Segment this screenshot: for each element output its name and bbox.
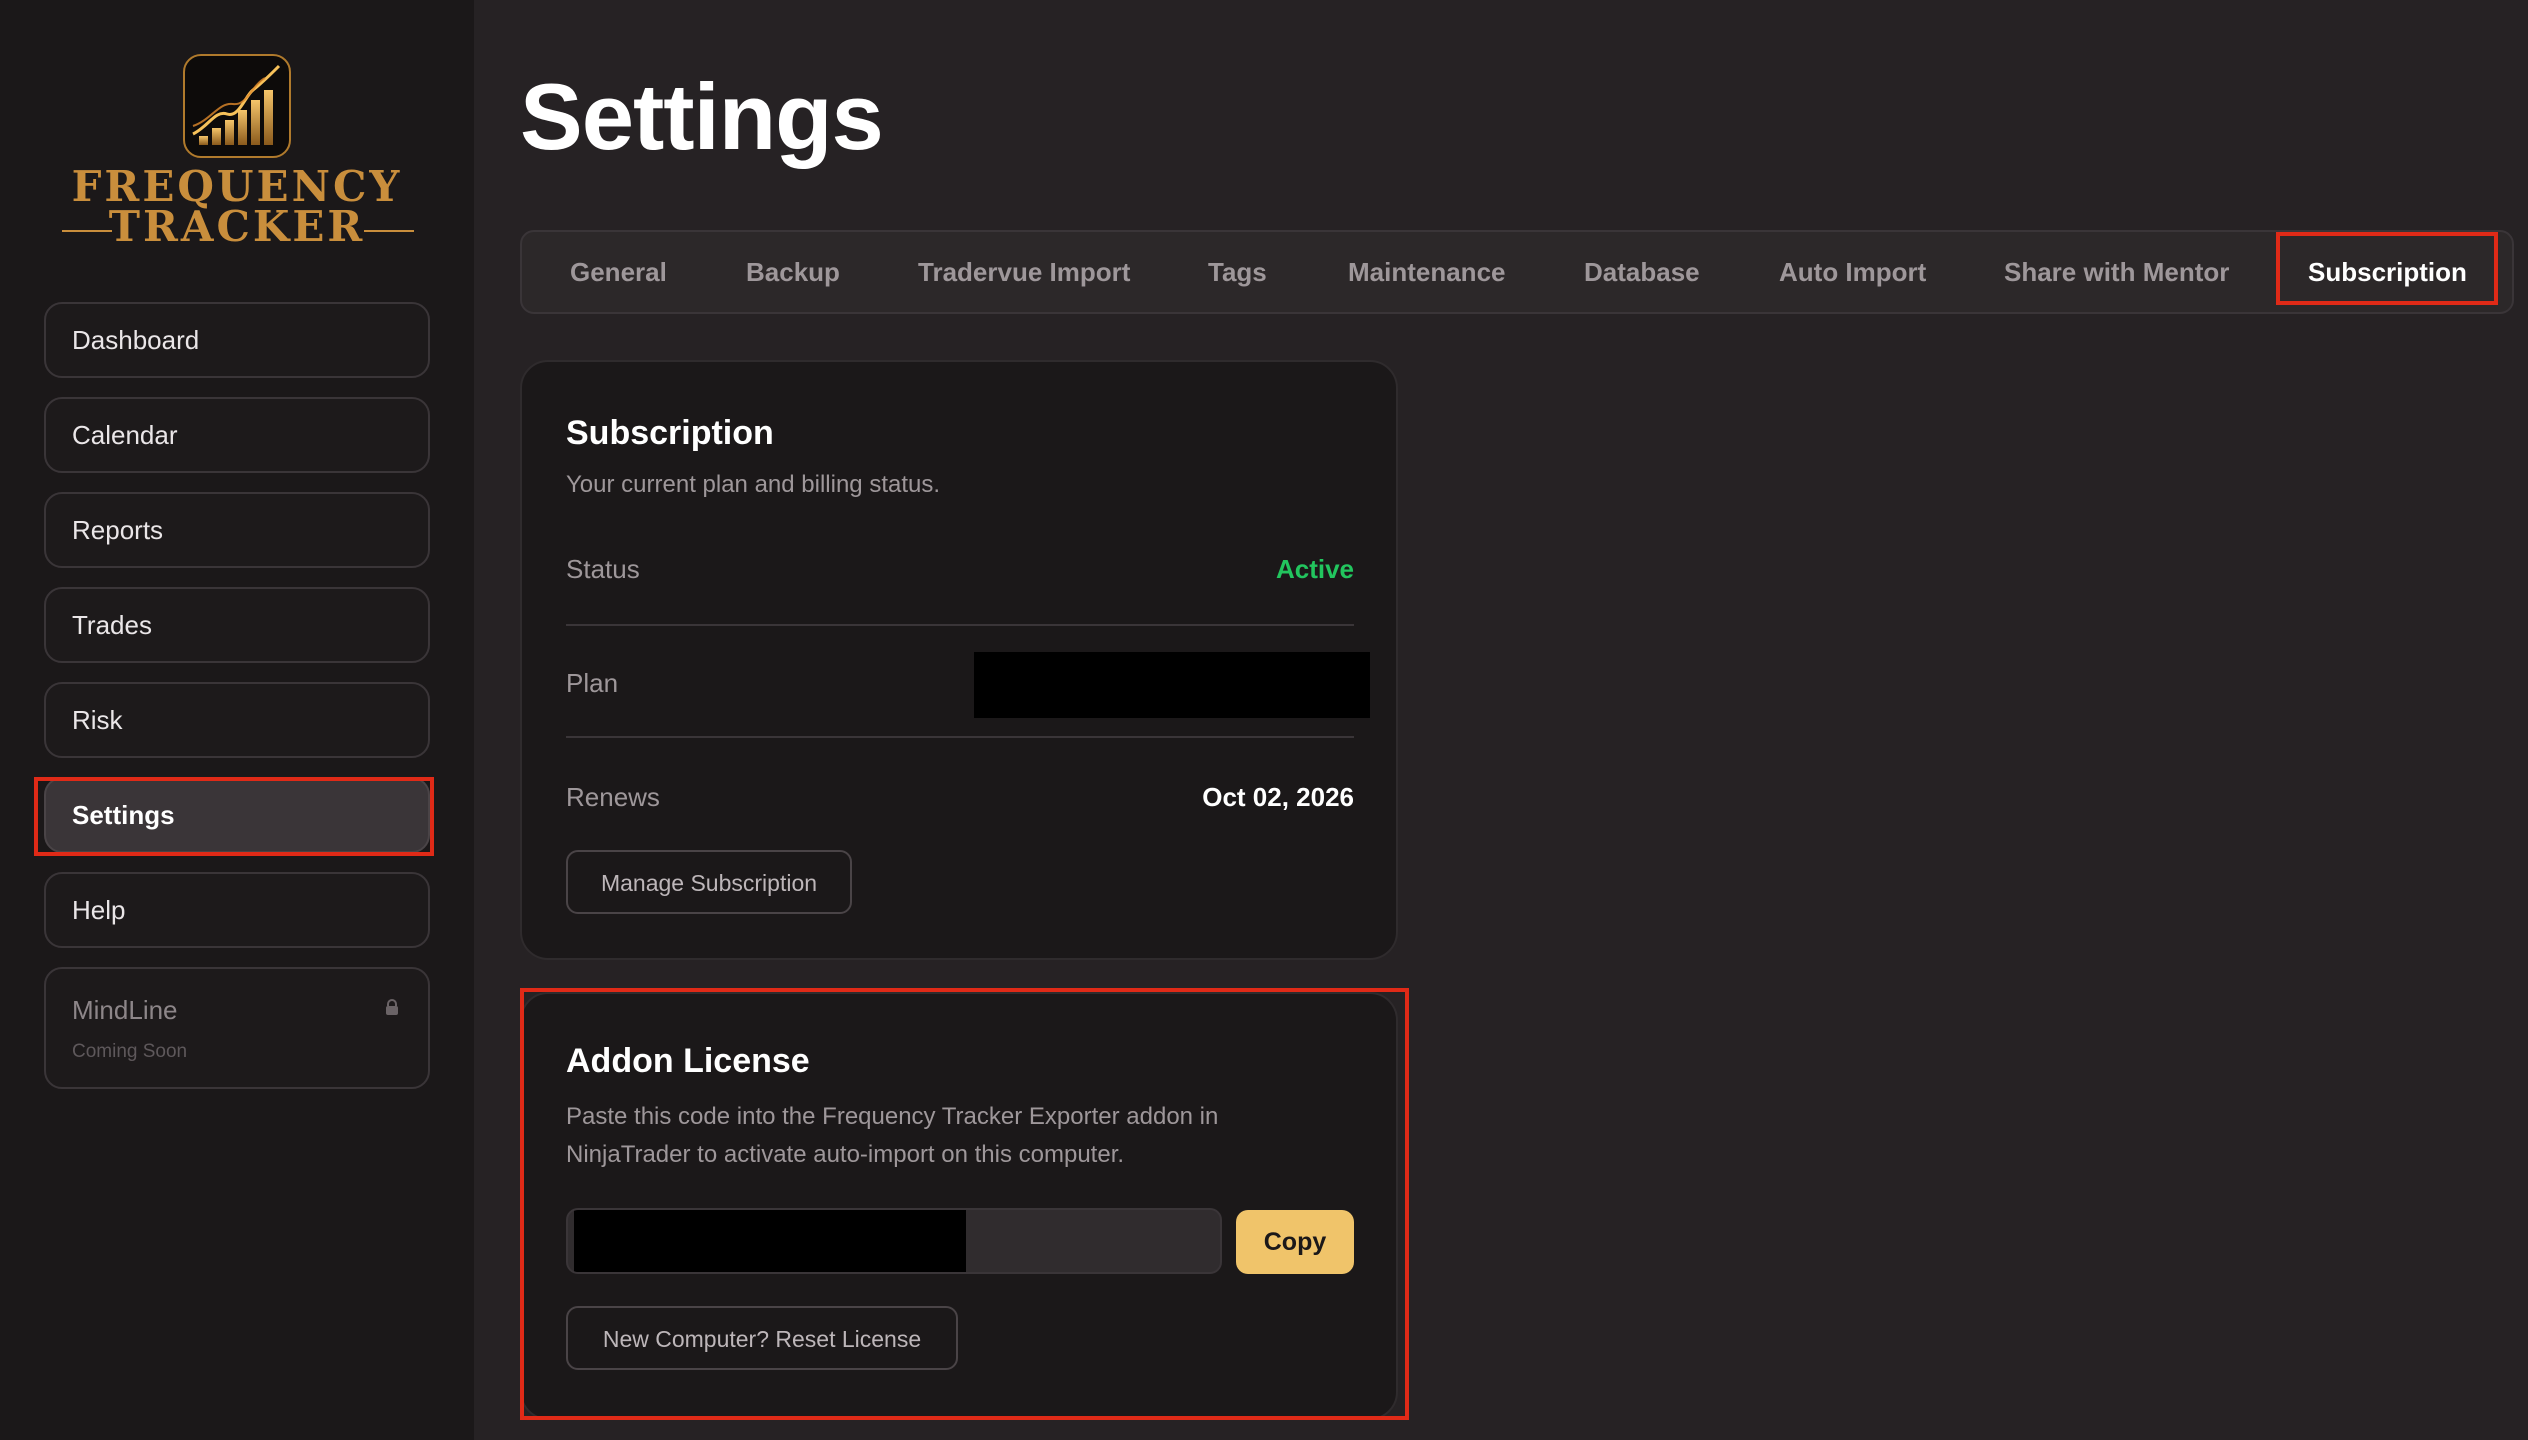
addon-license-description-line2: NinjaTrader to activate auto-import on t… xyxy=(566,1141,1125,1168)
sidebar: FREQUENCY TRACKER Dashboard Calendar Rep… xyxy=(0,0,474,1440)
sidebar-item-risk[interactable]: Risk xyxy=(44,682,430,758)
addon-license-description-line1: Paste this code into the Frequency Track… xyxy=(566,1103,1219,1130)
copy-license-button[interactable]: Copy xyxy=(1236,1210,1354,1274)
license-code-field[interactable] xyxy=(566,1208,1222,1274)
tab-tags[interactable]: Tags xyxy=(1208,232,1267,312)
status-value: Active xyxy=(1275,554,1354,584)
tab-maintenance[interactable]: Maintenance xyxy=(1348,232,1506,312)
coming-soon-label: Coming Soon xyxy=(72,1041,188,1062)
plan-label: Plan xyxy=(566,668,619,698)
tab-share-with-mentor[interactable]: Share with Mentor xyxy=(2004,232,2229,312)
renews-value: Oct 02, 2026 xyxy=(1202,782,1354,812)
sidebar-item-dashboard[interactable]: Dashboard xyxy=(44,302,430,378)
reset-license-button[interactable]: New Computer? Reset License xyxy=(566,1306,958,1370)
sidebar-item-label: Help xyxy=(72,895,126,925)
sidebar-item-trades[interactable]: Trades xyxy=(44,587,430,663)
rising-bar-chart-icon xyxy=(183,54,291,158)
tab-backup[interactable]: Backup xyxy=(746,232,840,312)
tab-general[interactable]: General xyxy=(570,232,667,312)
app-logo[interactable]: FREQUENCY TRACKER xyxy=(0,54,474,254)
divider xyxy=(566,736,1354,738)
logo-text-line2: TRACKER xyxy=(108,202,366,251)
settings-tabs: General Backup Tradervue Import Tags Mai… xyxy=(520,230,2514,314)
tab-subscription[interactable]: Subscription xyxy=(2308,232,2467,312)
lock-icon xyxy=(384,999,400,1015)
renews-label: Renews xyxy=(566,782,660,812)
sidebar-item-calendar[interactable]: Calendar xyxy=(44,397,430,473)
addon-license-title: Addon License xyxy=(566,1042,810,1080)
tab-auto-import[interactable]: Auto Import xyxy=(1779,232,1926,312)
license-code-redacted xyxy=(574,1210,966,1272)
sidebar-item-label: Trades xyxy=(72,610,152,640)
sidebar-item-mindline: MindLine Coming Soon xyxy=(44,967,430,1089)
logo-rule-right xyxy=(364,230,414,232)
status-label: Status xyxy=(566,554,640,584)
subscription-card: Subscription Your current plan and billi… xyxy=(520,360,1398,960)
sidebar-item-label: Dashboard xyxy=(72,325,200,355)
sidebar-item-label: Settings xyxy=(72,800,175,830)
sidebar-item-label: Reports xyxy=(72,515,164,545)
divider xyxy=(566,624,1354,626)
sidebar-item-label: Calendar xyxy=(72,420,178,450)
page-title: Settings xyxy=(520,64,884,169)
sidebar-item-help[interactable]: Help xyxy=(44,872,430,948)
plan-value-redacted xyxy=(974,652,1370,718)
sidebar-item-label: MindLine xyxy=(72,995,178,1025)
sidebar-item-reports[interactable]: Reports xyxy=(44,492,430,568)
subscription-card-description: Your current plan and billing status. xyxy=(566,471,941,498)
tab-tradervue-import[interactable]: Tradervue Import xyxy=(918,232,1130,312)
sidebar-item-label: Risk xyxy=(72,705,123,735)
tab-database[interactable]: Database xyxy=(1584,232,1700,312)
subscription-card-title: Subscription xyxy=(566,414,774,452)
sidebar-item-settings[interactable]: Settings xyxy=(44,777,430,853)
manage-subscription-button[interactable]: Manage Subscription xyxy=(566,850,852,914)
